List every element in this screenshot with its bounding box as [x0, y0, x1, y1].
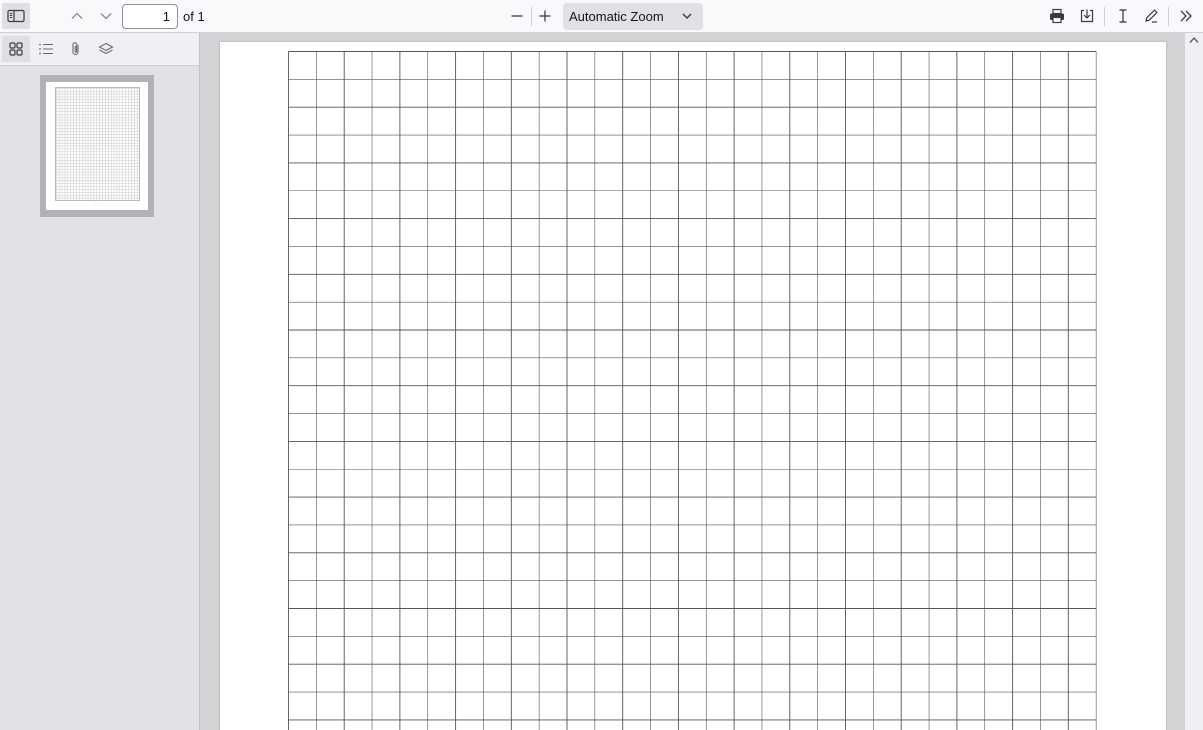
page-thumbnail[interactable]: ············ — [40, 75, 154, 217]
sidebar: ············ — [0, 33, 200, 730]
thumbnails-view-button[interactable] — [2, 36, 30, 62]
chevron-down-icon — [682, 13, 692, 19]
grid-icon — [9, 42, 23, 56]
paperclip-icon — [72, 42, 79, 56]
outline-view-button[interactable] — [32, 36, 60, 62]
menu-separator — [1168, 7, 1169, 26]
zoom-select-value: Automatic Zoom — [569, 9, 664, 24]
double-chevron-right-icon — [1180, 10, 1192, 22]
pdf-page — [220, 42, 1166, 730]
attachments-view-button[interactable] — [62, 36, 90, 62]
zoom-select[interactable]: Automatic Zoom — [563, 3, 703, 30]
chevron-down-icon — [100, 13, 112, 20]
sidebar-view-buttons — [0, 33, 199, 66]
page-count-label: of 1 — [183, 9, 205, 24]
next-page-button[interactable] — [92, 3, 120, 29]
chevron-up-icon — [71, 12, 83, 19]
previous-page-button[interactable] — [63, 3, 91, 29]
zoom-in-button[interactable] — [531, 3, 559, 29]
sidebar-toggle-button[interactable] — [2, 3, 30, 29]
draw-tool-button[interactable] — [1137, 3, 1165, 29]
text-cursor-icon — [1119, 9, 1127, 23]
text-tool-button[interactable] — [1109, 3, 1137, 29]
tools-menu-button[interactable] — [1172, 3, 1200, 29]
save-button[interactable] — [1073, 3, 1101, 29]
vertical-scrollbar[interactable] — [1185, 33, 1203, 730]
pencil-icon — [1145, 9, 1158, 23]
print-button[interactable] — [1043, 3, 1071, 29]
download-icon — [1080, 9, 1094, 23]
layers-view-button[interactable] — [92, 36, 120, 62]
minus-icon — [511, 15, 523, 17]
main-toolbar: 1 of 1 Automatic Zoom — [0, 0, 1203, 33]
document-viewer[interactable] — [200, 33, 1203, 730]
page-number-input[interactable]: 1 — [122, 4, 178, 29]
layers-icon — [98, 42, 114, 55]
thumbnail-grid — [55, 87, 140, 201]
zoom-out-button[interactable] — [503, 3, 531, 29]
thumbnail-page: ············ — [46, 82, 148, 210]
chevron-up-icon[interactable] — [1189, 36, 1199, 44]
printer-icon — [1050, 8, 1064, 24]
thumbnail-footer-text: ············ — [91, 202, 103, 206]
tools-separator — [1104, 7, 1105, 26]
list-icon — [39, 43, 53, 55]
plus-icon — [539, 10, 551, 22]
graph-paper-grid — [288, 51, 1097, 730]
sidebar-toggle-icon — [7, 9, 25, 23]
